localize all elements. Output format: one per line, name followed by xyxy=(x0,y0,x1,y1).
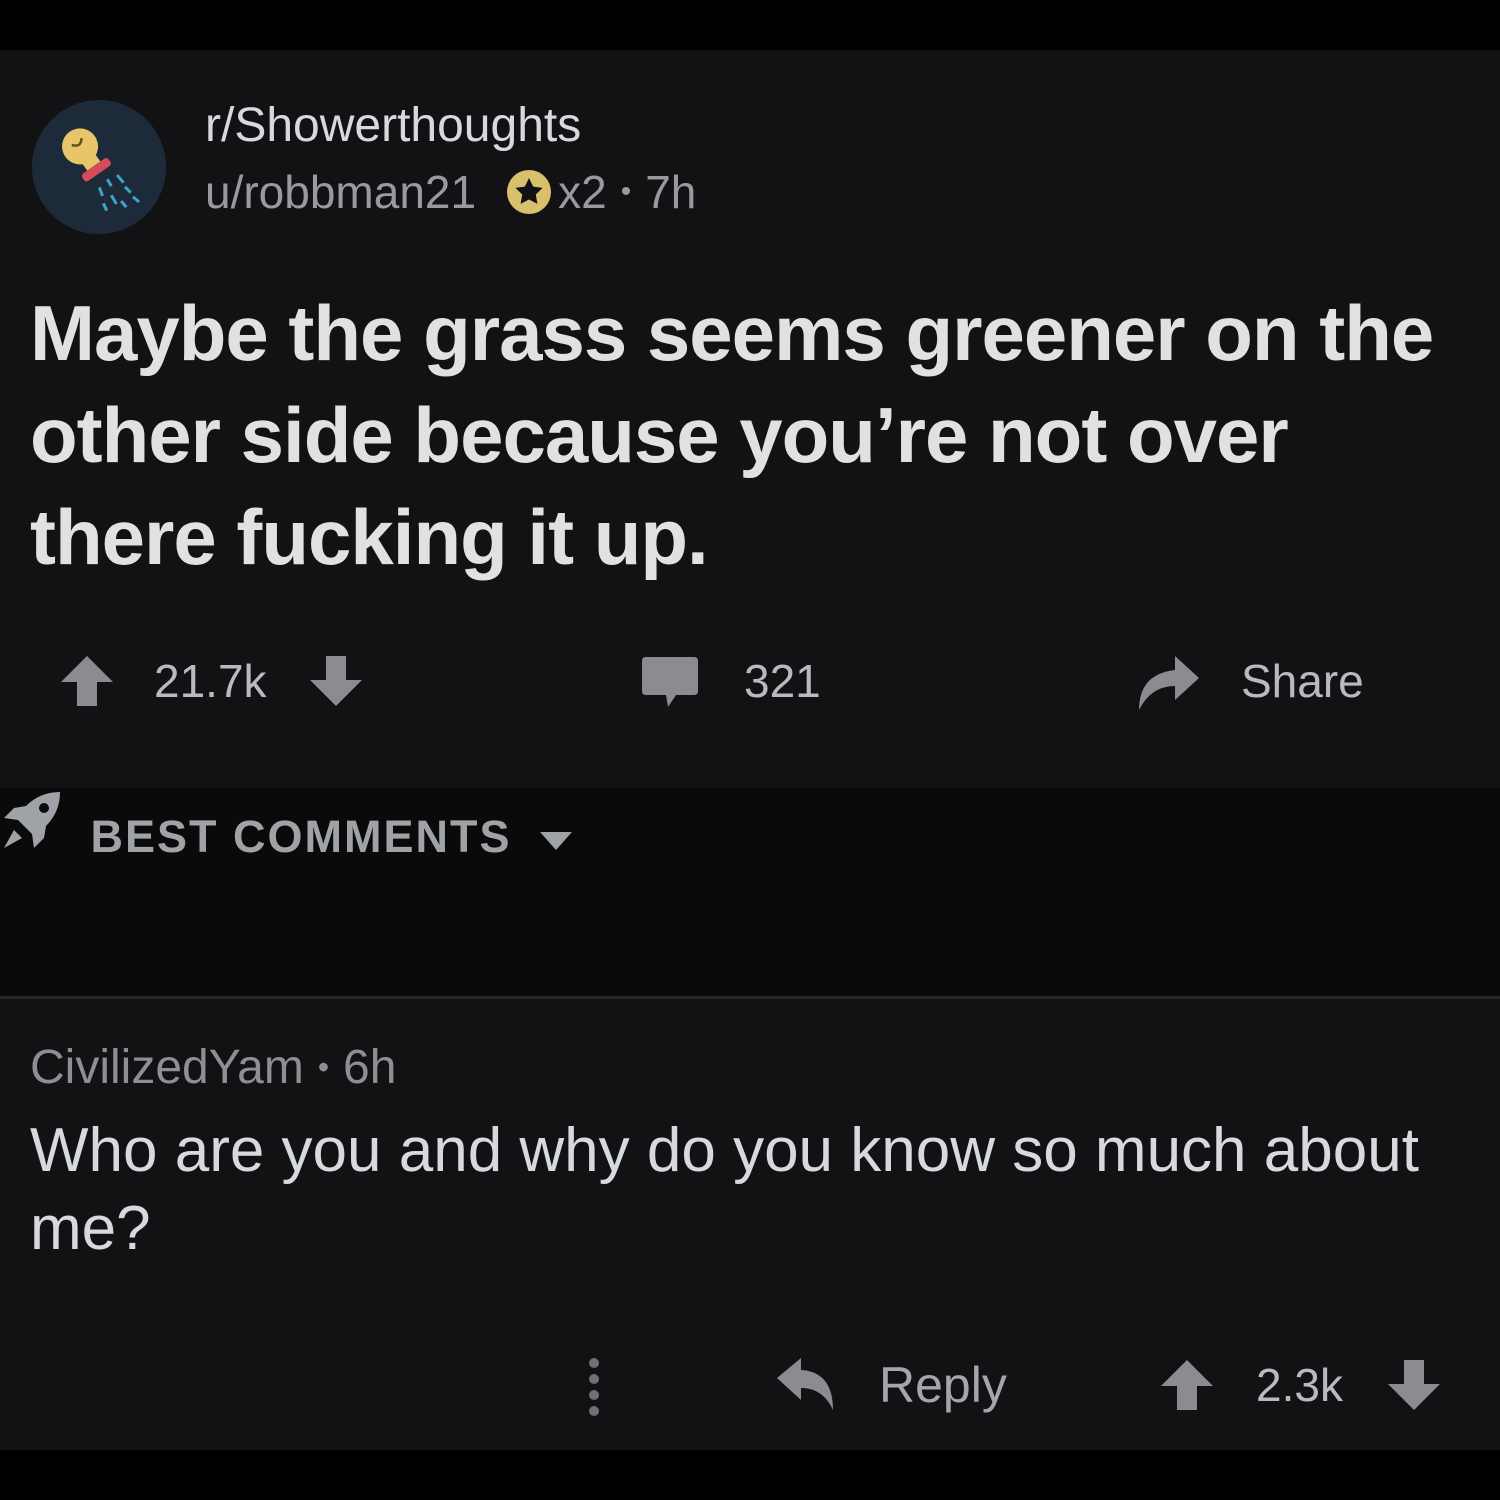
comment-vote-bar: 2.3k xyxy=(1158,1350,1443,1420)
comment-count: 321 xyxy=(744,655,821,707)
post-author[interactable]: u/robbman21 xyxy=(205,165,476,219)
caret-down-icon xyxy=(539,832,572,850)
separator-dot: • xyxy=(317,1049,330,1085)
comment-body: Who are you and why do you know so much … xyxy=(30,1116,1419,1263)
more-options-button[interactable] xyxy=(580,1350,608,1420)
share-button[interactable]: Share xyxy=(1135,645,1364,717)
comment-meta: CivilizedYam • 6h xyxy=(30,1040,396,1095)
share-label: Share xyxy=(1241,655,1364,707)
post-score: 21.7k xyxy=(154,655,267,707)
arrow-down-icon[interactable] xyxy=(1385,1356,1443,1414)
sort-label: BEST COMMENTS xyxy=(90,811,512,862)
comment-score: 2.3k xyxy=(1256,1359,1343,1411)
subreddit-name[interactable]: r/Showerthoughts xyxy=(205,98,581,153)
comment-author[interactable]: CivilizedYam xyxy=(30,1040,304,1095)
separator-dot: • xyxy=(620,175,632,208)
award-count: x2 xyxy=(558,166,607,218)
speech-bubble-icon xyxy=(642,657,698,707)
reply-label: Reply xyxy=(879,1357,1007,1413)
post-time: 7h xyxy=(645,166,697,218)
reply-button[interactable]: Reply xyxy=(775,1350,1007,1420)
arrow-up-icon[interactable] xyxy=(1158,1356,1216,1414)
vertical-dots-icon xyxy=(589,1358,599,1416)
reply-arrow-icon xyxy=(777,1358,833,1410)
silver-star-award-icon[interactable] xyxy=(504,167,554,217)
sort-control[interactable]: BEST COMMENTS xyxy=(0,788,574,863)
subreddit-avatar[interactable] xyxy=(32,100,166,234)
arrow-up-icon[interactable] xyxy=(58,652,116,710)
share-arrow-icon xyxy=(1139,656,1199,710)
shower-lightbulb-icon xyxy=(32,100,166,234)
rocket-icon xyxy=(4,792,60,848)
comment-time: 6h xyxy=(343,1041,397,1094)
comments-button[interactable]: 321 xyxy=(640,645,821,717)
post-meta: u/robbman21 x2 • 7h xyxy=(205,164,696,220)
post-vote-bar: 21.7k xyxy=(58,645,365,717)
arrow-down-icon[interactable] xyxy=(307,652,365,710)
post-title[interactable]: Maybe the grass seems greener on the oth… xyxy=(30,282,1460,588)
bottom-border xyxy=(0,1450,1500,1500)
